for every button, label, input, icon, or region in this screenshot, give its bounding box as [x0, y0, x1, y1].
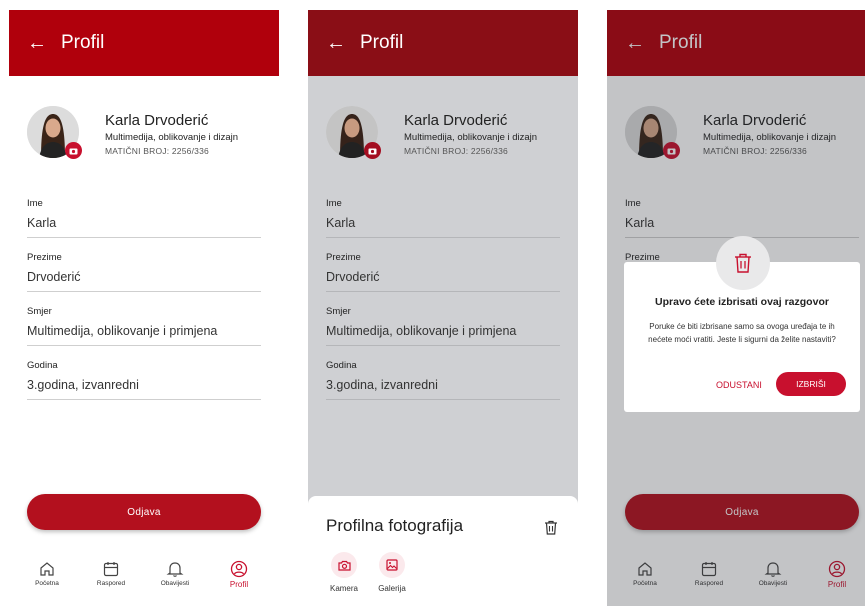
field-label: Godina: [27, 360, 58, 371]
field-label: Ime: [27, 198, 43, 209]
profile-major: Multimedija, oblikovanje i dizajn: [404, 132, 538, 143]
field-label: Smjer: [27, 306, 52, 317]
field-godina[interactable]: Godina 3.godina, izvanredni: [27, 360, 261, 400]
cancel-button[interactable]: ODUSTANI: [716, 380, 762, 390]
dialog-message: Poruke će biti izbrisane samo sa ovoga u…: [648, 322, 836, 344]
change-photo-button: [364, 142, 381, 159]
camera-icon: [337, 560, 351, 571]
nav-item-profil[interactable]: Profil: [209, 560, 269, 589]
field-label: Prezime: [326, 252, 361, 263]
nav-item-obavijesti[interactable]: Obavijesti: [145, 560, 205, 587]
field-prezime: Prezime Drvoderić: [326, 252, 560, 292]
field-smjer: Smjer Multimedija, oblikovanje i primjen…: [326, 306, 560, 346]
trash-icon: [545, 520, 557, 535]
nav-item-pocetna[interactable]: Početna: [17, 560, 77, 587]
field-value: Karla: [27, 216, 57, 230]
field-label: Smjer: [326, 306, 351, 317]
field-value: 3.godina, izvanredni: [326, 378, 438, 392]
profile-name: Karla Drvoderić: [105, 112, 209, 129]
user-circle-icon: [230, 560, 248, 578]
delete-dialog-screen: ← Profil Karla Drvoderić Multimedija, ob…: [607, 10, 865, 606]
calendar-icon: [103, 562, 119, 577]
profile-photo-sheet-screen: ← Profil Karla Drvoderić Multimedija, ob…: [308, 10, 578, 606]
home-icon: [40, 562, 54, 576]
gallery-option[interactable]: Galerija: [370, 552, 414, 593]
field-value: 3.godina, izvanredni: [27, 378, 139, 392]
field-smjer[interactable]: Smjer Multimedija, oblikovanje i primjen…: [27, 306, 261, 346]
field-label: Godina: [326, 360, 357, 371]
camera-option[interactable]: Kamera: [322, 552, 366, 593]
profile-major: Multimedija, oblikovanje i dizajn: [105, 132, 239, 143]
field-value: Multimedija, oblikovanje i primjena: [326, 324, 517, 338]
option-label: Kamera: [329, 584, 358, 593]
field-value: Multimedija, oblikovanje i primjena: [27, 324, 218, 338]
field-value: Drvoderić: [326, 270, 380, 284]
page-title: Profil: [61, 32, 105, 53]
profile-name: Karla Drvoderić: [404, 112, 508, 129]
delete-photo-button[interactable]: [544, 520, 558, 540]
profile-content: Karla Drvoderić Multimedija, oblikovanje…: [9, 76, 279, 606]
field-godina: Godina 3.godina, izvanredni: [326, 360, 560, 400]
option-label: Galerija: [378, 584, 406, 593]
field-value: Karla: [326, 216, 356, 230]
page-title: Profil: [360, 32, 404, 53]
dialog-title: Upravo ćete izbrisati ovaj razgovor: [655, 296, 829, 308]
bell-icon: [166, 562, 184, 577]
field-ime[interactable]: Ime Karla: [27, 198, 261, 238]
field-ime: Ime Karla: [326, 198, 560, 238]
app-bar: ← Profil: [9, 10, 279, 76]
back-button[interactable]: ←: [27, 33, 47, 53]
profile-id: MATIČNI BROJ: 2256/336: [105, 146, 209, 156]
profile-id: MATIČNI BROJ: 2256/336: [404, 146, 508, 156]
app-bar: ← Profil: [308, 10, 578, 76]
trash-icon: [735, 253, 751, 273]
nav-item-raspored[interactable]: Raspored: [81, 560, 141, 587]
bottom-nav: Početna Raspored Obavijesti Profil: [9, 556, 279, 606]
field-label: Ime: [326, 198, 342, 209]
field-label: Prezime: [27, 252, 62, 263]
profile-content-dimmed: Karla Drvoderić Multimedija, oblikovanje…: [308, 76, 578, 606]
field-value: Drvoderić: [27, 270, 81, 284]
profile-screen: ← Profil Karla Drvoderić Multimedija, ob…: [9, 10, 279, 606]
gallery-icon: [386, 559, 398, 571]
logout-button[interactable]: Odjava: [27, 494, 261, 530]
delete-button[interactable]: IZBRIŠI: [776, 372, 846, 396]
photo-bottom-sheet: Profilna fotografija Kamera Galerija: [308, 496, 578, 606]
camera-icon: [69, 148, 78, 154]
change-photo-button[interactable]: [65, 142, 82, 159]
camera-icon: [368, 148, 377, 154]
sheet-title: Profilna fotografija: [326, 516, 464, 535]
back-button[interactable]: ←: [326, 33, 346, 53]
field-prezime[interactable]: Prezime Drvoderić: [27, 252, 261, 292]
dialog-icon-badge: [716, 236, 770, 290]
